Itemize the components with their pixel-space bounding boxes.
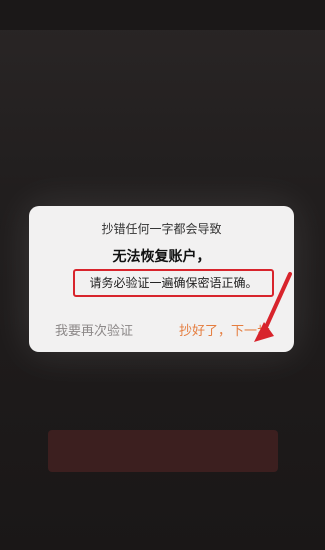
red-pointer-arrow-icon: [254, 272, 292, 342]
background-primary-button: [48, 430, 278, 472]
reverify-button[interactable]: 我要再次验证: [55, 320, 133, 339]
background-top-bar: [0, 0, 325, 30]
dialog-warning-emphasis: 无法恢复账户，: [112, 249, 211, 265]
dialog-warning-text: 抄错任何一字都会导致: [101, 222, 222, 236]
dialog-highlighted-instruction: 请务必验证一遍确保密语正确。: [73, 269, 274, 297]
